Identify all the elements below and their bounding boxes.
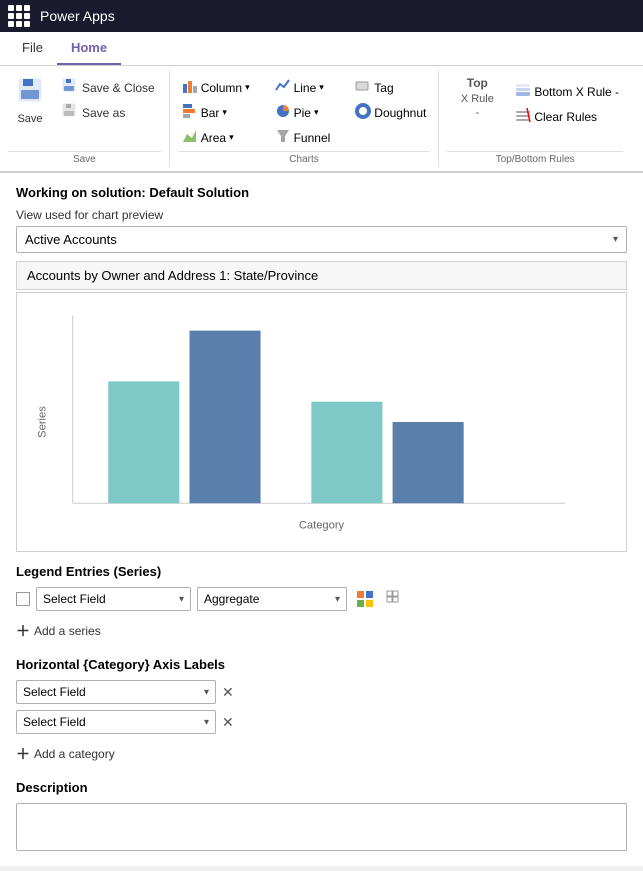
bar-chart-icon — [182, 103, 198, 122]
category-field-row-1: Select Field ▾ ✕ — [16, 680, 627, 704]
pie-chart-button[interactable]: Pie ▾ — [271, 101, 335, 124]
category-field-1-value: Select Field — [23, 685, 86, 699]
legend-section-label: Legend Entries (Series) — [16, 564, 627, 579]
waffle-icon[interactable] — [8, 5, 30, 27]
chart-svg: Series Category — [27, 303, 616, 541]
y-axis-label: Series — [36, 406, 48, 438]
view-dropdown[interactable]: Active Accounts ▾ — [16, 226, 627, 253]
app-title: Power Apps — [40, 8, 115, 24]
chart-types-col3: Tag Doughnut — [351, 72, 430, 124]
add-series-icon: ＋ — [16, 621, 30, 641]
save-button[interactable]: Save — [8, 72, 52, 129]
tab-file[interactable]: File — [8, 32, 57, 65]
working-on-label: Working on solution: Default Solution — [16, 185, 627, 200]
legend-field-row: Select Field ▾ Aggregate ▾ — [16, 587, 627, 611]
add-series-label: Add a series — [34, 624, 101, 638]
add-category-icon: ＋ — [16, 744, 30, 764]
save-icon — [16, 76, 44, 111]
column-chart-icon — [182, 78, 198, 97]
add-category-link[interactable]: ＋ Add a category — [16, 740, 627, 768]
category-field-2-remove-button[interactable]: ✕ — [222, 714, 234, 731]
category-field-2-chevron: ▾ — [204, 717, 209, 728]
save-as-icon — [62, 103, 78, 122]
chart-title: Accounts by Owner and Address 1: State/P… — [16, 261, 627, 290]
top-bottom-group-label: Top/Bottom Rules — [447, 151, 623, 165]
chart-types-col2: Line ▾ Pie ▾ Funnel — [271, 72, 335, 149]
save-and-close-label: Save & Close — [82, 81, 155, 95]
clear-rules-button[interactable]: Clear Rules — [511, 105, 623, 128]
ribbon-group-top-bottom: Top X Rule - Bottom X Rule - Clear Rules — [439, 70, 631, 167]
funnel-chart-icon — [275, 128, 291, 147]
category-field-row-2: Select Field ▾ ✕ — [16, 710, 627, 734]
add-category-label: Add a category — [34, 747, 115, 761]
save-as-button[interactable]: Save as — [56, 101, 161, 124]
ribbon-tabs: File Home — [0, 32, 643, 66]
aggregate-select[interactable]: Aggregate ▾ — [197, 587, 347, 611]
tag-chart-button[interactable]: Tag — [351, 76, 430, 99]
category-section-label: Horizontal {Category} Axis Labels — [16, 657, 627, 672]
top-x-rule-button[interactable]: Top X Rule - — [447, 72, 507, 124]
tag-chart-icon — [355, 78, 371, 97]
tab-home[interactable]: Home — [57, 32, 121, 65]
bottom-x-rule-button[interactable]: Bottom X Rule - — [511, 80, 623, 103]
charts-group-label: Charts — [178, 151, 431, 165]
line-chart-button[interactable]: Line ▾ — [271, 76, 335, 99]
description-label: Description — [16, 780, 627, 795]
doughnut-chart-icon — [355, 103, 371, 122]
line-chart-icon — [275, 78, 291, 97]
bar-3 — [311, 402, 382, 504]
doughnut-chart-button[interactable]: Doughnut — [351, 101, 430, 124]
ribbon: Save Save & Close — [0, 66, 643, 173]
save-as-label: Save as — [82, 106, 125, 120]
description-input[interactable] — [16, 803, 627, 851]
category-field-2-value: Select Field — [23, 715, 86, 729]
view-dropdown-value: Active Accounts — [25, 232, 117, 247]
save-and-close-button[interactable]: Save & Close — [56, 76, 161, 99]
x-axis-label: Category — [299, 520, 345, 532]
category-field-1-remove-button[interactable]: ✕ — [222, 684, 234, 701]
grid-icon — [386, 590, 404, 608]
category-field-select-1[interactable]: Select Field ▾ — [16, 680, 216, 704]
chart-types-col1: Column ▾ Bar ▾ Area ▾ — [178, 72, 254, 149]
chart-container: Series Category — [16, 292, 627, 552]
area-chart-button[interactable]: Area ▾ — [178, 126, 254, 149]
save-label: Save — [17, 113, 42, 125]
aggregate-value: Aggregate — [204, 592, 259, 606]
clear-rules-icon — [515, 107, 531, 126]
title-bar: Power Apps — [0, 0, 643, 32]
ribbon-group-save: Save Save & Close — [0, 70, 170, 167]
legend-color-button[interactable] — [353, 587, 377, 611]
area-chart-icon — [182, 128, 198, 147]
save-close-icon — [62, 78, 78, 97]
main-content: Working on solution: Default Solution Vi… — [0, 173, 643, 866]
view-label: View used for chart preview — [16, 208, 627, 222]
bar-4 — [393, 422, 464, 503]
bottom-x-rule-icon — [515, 82, 531, 101]
bar-2 — [189, 331, 260, 504]
aggregate-chevron: ▾ — [335, 594, 340, 605]
category-field-1-chevron: ▾ — [204, 687, 209, 698]
category-field-select-2[interactable]: Select Field ▾ — [16, 710, 216, 734]
column-chart-button[interactable]: Column ▾ — [178, 76, 254, 99]
legend-checkbox[interactable] — [16, 592, 30, 606]
legend-grid-button[interactable] — [383, 587, 407, 611]
bar-chart-button[interactable]: Bar ▾ — [178, 101, 254, 124]
view-dropdown-chevron: ▾ — [613, 234, 618, 245]
save-options: Save & Close Save as — [56, 72, 161, 124]
color-icon — [356, 590, 374, 608]
funnel-chart-button[interactable]: Funnel — [271, 126, 335, 149]
add-series-link[interactable]: ＋ Add a series — [16, 617, 627, 645]
legend-field-value: Select Field — [43, 592, 106, 606]
top-bottom-col: Bottom X Rule - Clear Rules — [511, 72, 623, 128]
ribbon-group-charts: Column ▾ Bar ▾ Area ▾ — [170, 70, 440, 167]
legend-field-chevron: ▾ — [179, 594, 184, 605]
top-x-rule-icon: Top X Rule - — [461, 76, 494, 120]
bar-1 — [108, 381, 179, 503]
legend-field-select[interactable]: Select Field ▾ — [36, 587, 191, 611]
pie-chart-icon — [275, 103, 291, 122]
save-group-label: Save — [8, 151, 161, 165]
